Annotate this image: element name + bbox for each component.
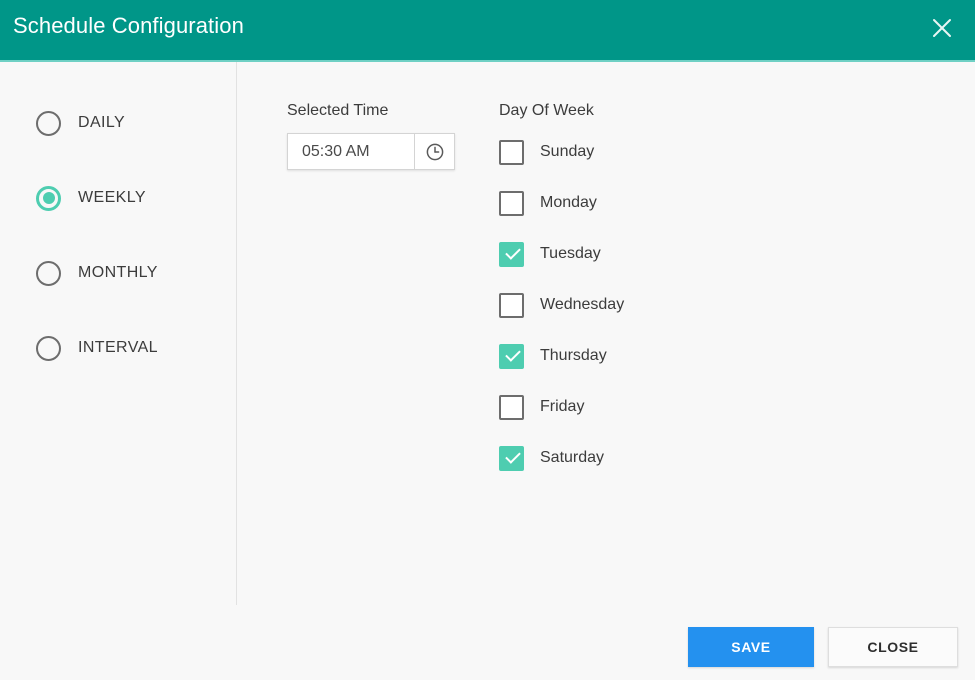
checkbox-unchecked-icon	[499, 190, 524, 216]
close-button[interactable]: CLOSE	[828, 627, 958, 667]
checkbox-label: Tuesday	[540, 245, 601, 262]
panel-divider	[236, 62, 237, 605]
checkbox-row-tuesday[interactable]: Tuesday	[499, 241, 624, 267]
clock-icon[interactable]	[414, 134, 454, 169]
dialog-footer: SAVE CLOSE	[0, 605, 975, 680]
radio-circle-icon	[36, 110, 61, 136]
selected-time-input[interactable]	[288, 134, 414, 169]
close-icon[interactable]	[925, 11, 959, 45]
save-button[interactable]: SAVE	[688, 627, 814, 667]
radio-circle-icon	[36, 260, 61, 286]
radio-option-monthly[interactable]: MONTHLY	[36, 259, 226, 287]
radio-option-weekly[interactable]: WEEKLY	[36, 184, 226, 212]
radio-option-daily[interactable]: DAILY	[36, 109, 226, 137]
checkbox-unchecked-icon	[499, 139, 524, 165]
checkbox-label: Wednesday	[540, 296, 625, 313]
checkbox-label: Thursday	[540, 347, 607, 364]
dialog-titlebar: Schedule Configuration	[0, 0, 975, 62]
checkbox-checked-icon	[499, 241, 524, 267]
checkbox-label: Saturday	[540, 449, 605, 466]
selected-time-group: Selected Time	[287, 102, 455, 170]
checkbox-label: Friday	[540, 398, 585, 415]
checkbox-checked-icon	[499, 343, 524, 369]
checkbox-label: Sunday	[540, 143, 595, 160]
checkbox-unchecked-icon	[499, 292, 524, 318]
radio-option-interval[interactable]: INTERVAL	[36, 334, 226, 362]
dialog-body: DAILY WEEKLY MONTHLY INTERVAL Selected T…	[0, 62, 975, 605]
checkbox-checked-icon	[499, 445, 524, 471]
checkbox-unchecked-icon	[499, 394, 524, 420]
radio-label: WEEKLY	[78, 189, 146, 206]
day-of-week-label: Day Of Week	[499, 102, 594, 119]
radio-label: DAILY	[78, 114, 126, 131]
day-of-week-checkbox-list: Sunday Monday Tuesday Wednesday Thursday	[499, 139, 624, 471]
checkbox-row-friday[interactable]: Friday	[499, 394, 624, 420]
checkbox-row-wednesday[interactable]: Wednesday	[499, 292, 624, 318]
checkbox-row-monday[interactable]: Monday	[499, 190, 624, 216]
day-of-week-group: Day Of Week Sunday Monday Tuesday Wednes…	[499, 102, 624, 471]
schedule-configuration-dialog: Schedule Configuration DAILY WEEKLY MONT…	[0, 0, 975, 680]
selected-time-label: Selected Time	[287, 102, 389, 119]
checkbox-row-thursday[interactable]: Thursday	[499, 343, 624, 369]
radio-circle-selected-icon	[36, 185, 61, 211]
schedule-mode-radio-group: DAILY WEEKLY MONTHLY INTERVAL	[36, 109, 226, 362]
time-picker	[287, 133, 455, 170]
checkbox-row-saturday[interactable]: Saturday	[499, 445, 624, 471]
dialog-title: Schedule Configuration	[13, 13, 244, 38]
radio-label: MONTHLY	[78, 264, 158, 281]
radio-circle-icon	[36, 335, 61, 361]
checkbox-row-sunday[interactable]: Sunday	[499, 139, 624, 165]
radio-label: INTERVAL	[78, 339, 158, 356]
checkbox-label: Monday	[540, 194, 597, 211]
